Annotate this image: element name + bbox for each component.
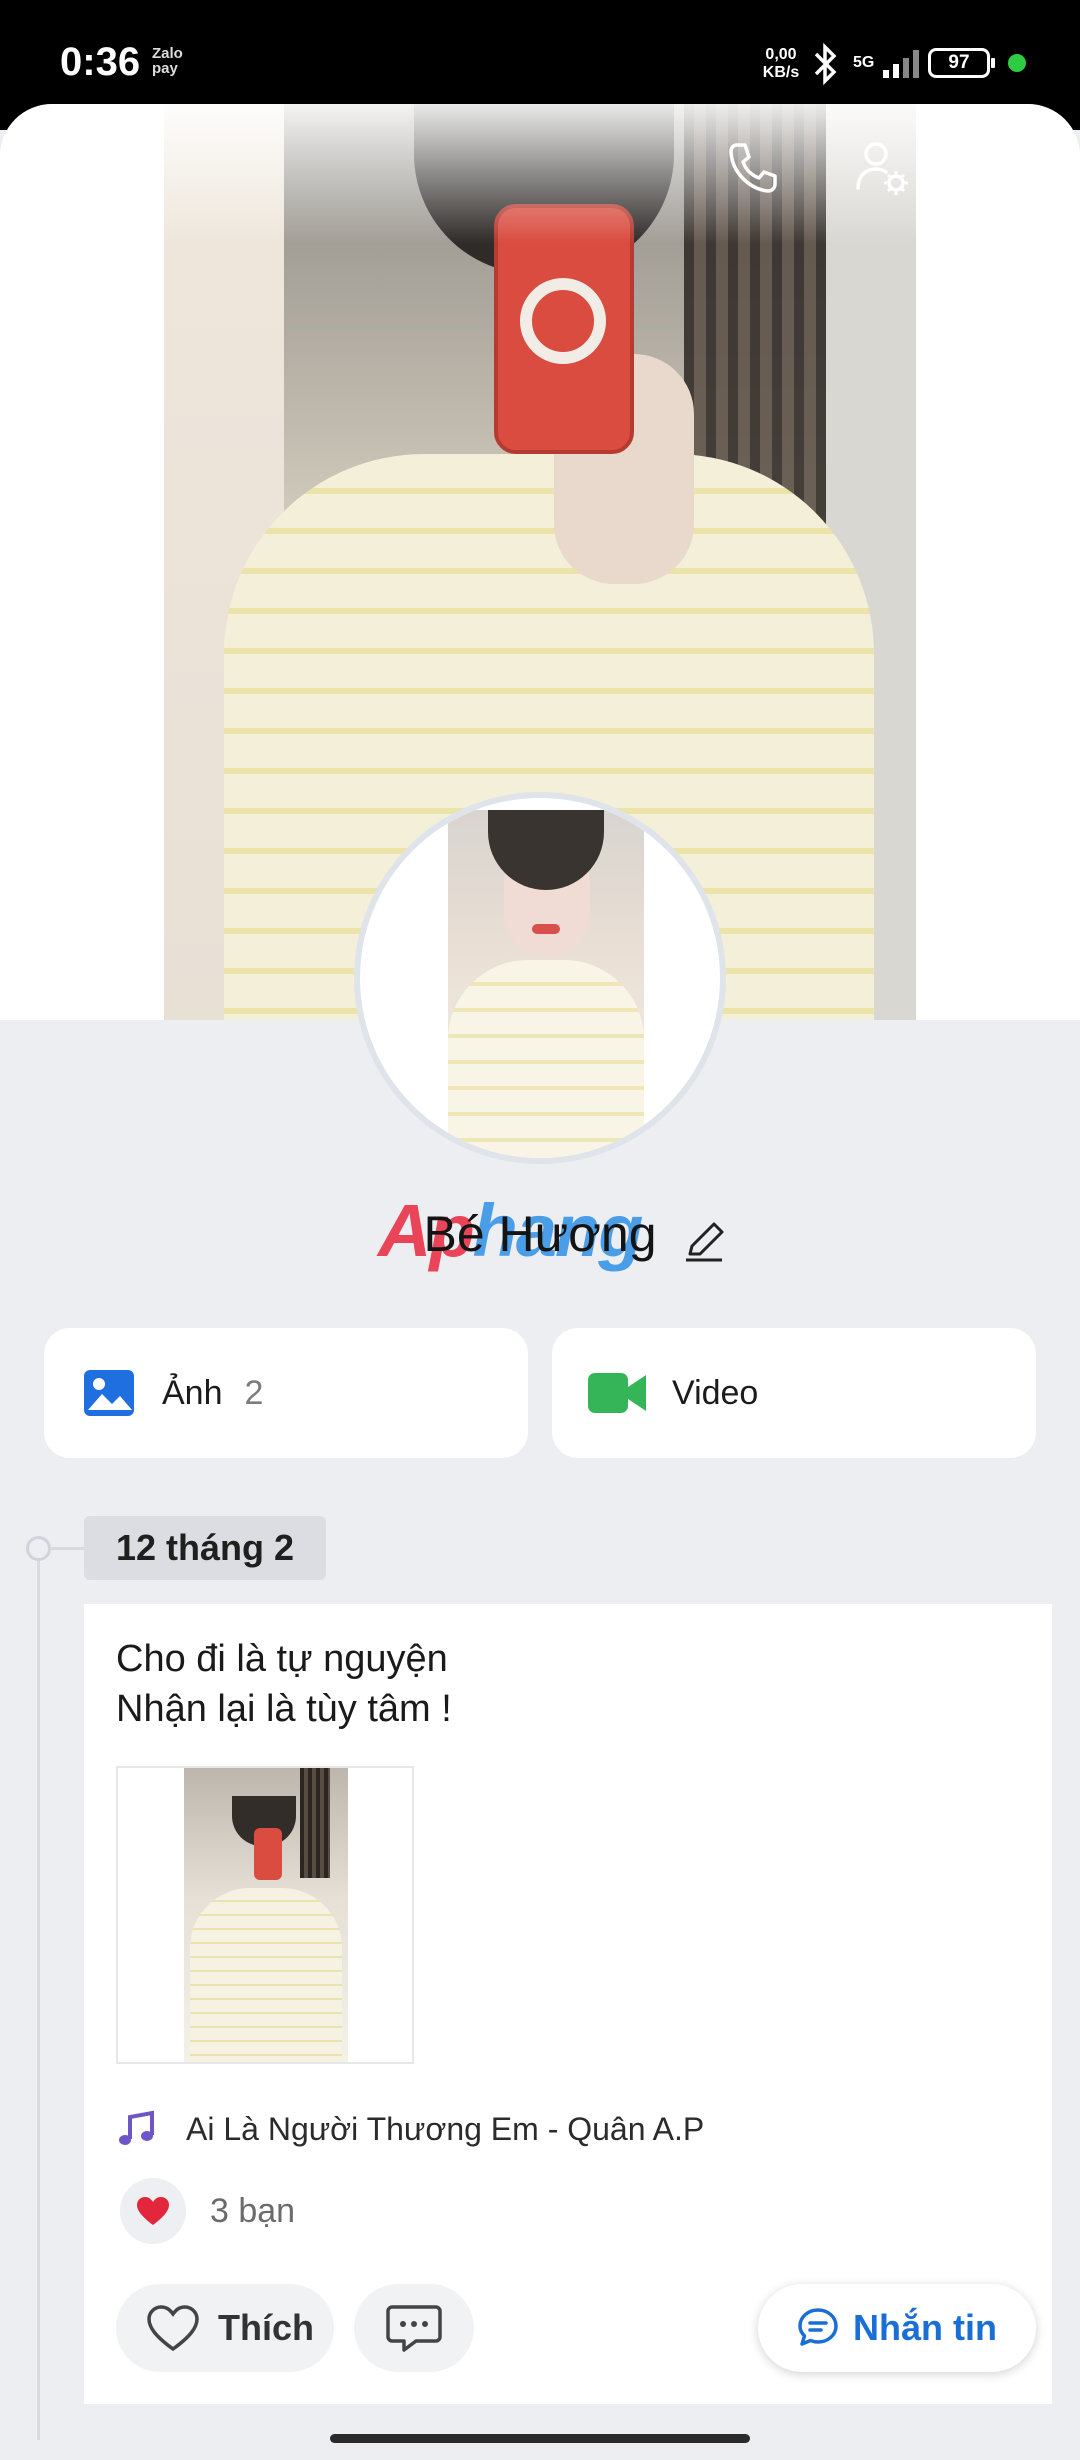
video-card[interactable]: Video bbox=[552, 1328, 1036, 1458]
video-camera-icon bbox=[588, 1373, 646, 1413]
post-text-line: Nhận lại là tùy tâm ! bbox=[116, 1688, 452, 1730]
post-text: Cho đi là tự nguyện Nhận lại là tùy tâm … bbox=[116, 1634, 452, 1734]
reaction-summary[interactable]: 3 bạn bbox=[120, 2178, 295, 2244]
heart-outline-icon bbox=[147, 2305, 199, 2352]
reaction-count: 3 bạn bbox=[210, 2191, 296, 2230]
music-note-icon bbox=[119, 2110, 154, 2145]
phone-icon bbox=[729, 143, 777, 193]
timeline-line bbox=[37, 1560, 40, 2440]
profile-name: Bé Hương bbox=[423, 1206, 657, 1262]
signal-bars-icon bbox=[882, 50, 919, 78]
comment-button[interactable] bbox=[354, 2284, 474, 2372]
home-indicator[interactable] bbox=[330, 2434, 750, 2443]
photos-card[interactable]: Ảnh 2 bbox=[44, 1328, 528, 1458]
back-button[interactable] bbox=[44, 136, 108, 200]
image-icon bbox=[84, 1370, 134, 1416]
user-settings-icon bbox=[856, 142, 908, 195]
timeline-date: 12 tháng 2 bbox=[84, 1516, 327, 1580]
photos-label: Ảnh bbox=[162, 1373, 223, 1412]
network-speed-unit: KB/s bbox=[762, 64, 800, 81]
more-dots-icon bbox=[987, 163, 1037, 173]
status-time: 0:36 bbox=[60, 40, 141, 84]
heart-reaction-icon bbox=[120, 2178, 186, 2244]
timeline-dot bbox=[26, 1536, 51, 1561]
zalopay-indicator: Zalo pay bbox=[152, 45, 183, 77]
battery-indicator: 97 bbox=[928, 48, 995, 78]
privacy-dot-icon bbox=[1008, 54, 1026, 72]
message-button[interactable]: Nhắn tin bbox=[758, 2284, 1036, 2372]
profile-settings-button[interactable] bbox=[850, 136, 914, 200]
network-speed-value: 0,00 bbox=[765, 46, 797, 63]
post-image[interactable] bbox=[116, 1766, 414, 2064]
more-button[interactable] bbox=[980, 136, 1044, 200]
video-label: Video bbox=[672, 1373, 759, 1412]
bluetooth-icon bbox=[810, 42, 840, 91]
network-type: 5G bbox=[853, 54, 875, 72]
arrow-left-icon bbox=[54, 148, 98, 188]
like-button[interactable]: Thích bbox=[116, 2284, 334, 2372]
music-title: Ai Là Người Thương Em - Quân A.P bbox=[186, 2110, 705, 2147]
pencil-icon bbox=[686, 1222, 724, 1262]
message-label: Nhắn tin bbox=[853, 2307, 997, 2348]
chat-bubble-icon bbox=[798, 2308, 838, 2346]
comment-icon bbox=[386, 2305, 442, 2352]
avatar[interactable] bbox=[354, 792, 726, 1164]
post-text-line: Cho đi là tự nguyện bbox=[116, 1638, 448, 1680]
call-button[interactable] bbox=[720, 136, 784, 200]
like-label: Thích bbox=[218, 2307, 314, 2348]
profile-name-row: Bé Hương bbox=[0, 1205, 1080, 1263]
edit-name-button[interactable] bbox=[682, 1218, 728, 1264]
post-music[interactable]: Ai Là Người Thương Em - Quân A.P bbox=[116, 2104, 704, 2154]
network-speed: 0,00 KB/s bbox=[758, 46, 804, 82]
photos-count: 2 bbox=[244, 1373, 264, 1412]
signal-indicator: 5G bbox=[853, 46, 929, 80]
